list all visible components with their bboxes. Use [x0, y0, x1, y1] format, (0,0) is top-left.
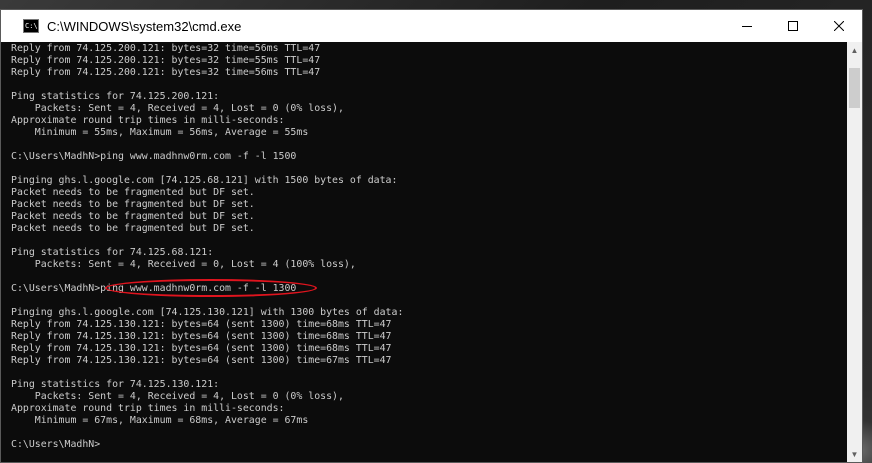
console-line: Reply from 74.125.130.121: bytes=64 (sen… [11, 343, 392, 354]
scroll-thumb[interactable] [849, 68, 860, 108]
vertical-scrollbar[interactable]: ▲ ▼ [847, 42, 862, 462]
console-line: Packets: Sent = 4, Received = 0, Lost = … [11, 259, 356, 270]
window-title: C:\WINDOWS\system32\cmd.exe [47, 18, 242, 34]
console-line: Packet needs to be fragmented but DF set… [11, 211, 255, 222]
console-line: Ping statistics for 74.125.130.121: [11, 379, 220, 390]
title-bar[interactable]: C:\ C:\WINDOWS\system32\cmd.exe [1, 10, 862, 42]
console-line: Reply from 74.125.130.121: bytes=64 (sen… [11, 355, 392, 366]
minimize-button[interactable] [724, 10, 770, 42]
console-line: Packet needs to be fragmented but DF set… [11, 187, 255, 198]
scroll-down-arrow-icon[interactable]: ▼ [847, 446, 862, 462]
console-line: Packet needs to be fragmented but DF set… [11, 223, 255, 234]
console-line: Approximate round trip times in milli-se… [11, 115, 285, 126]
maximize-button[interactable] [770, 10, 816, 42]
scroll-up-arrow-icon[interactable]: ▲ [847, 42, 862, 58]
minimize-icon [742, 26, 752, 27]
console-line: Approximate round trip times in milli-se… [11, 403, 285, 414]
console-line: Minimum = 55ms, Maximum = 56ms, Average … [11, 127, 309, 138]
console-line: Reply from 74.125.200.121: bytes=32 time… [11, 67, 321, 78]
console-line: C:\Users\MadhN>ping www.madhnw0rm.com -f… [11, 279, 403, 297]
console-line: Pinging ghs.l.google.com [74.125.130.121… [11, 307, 404, 318]
close-button[interactable] [816, 10, 862, 42]
console-line: Pinging ghs.l.google.com [74.125.68.121]… [11, 175, 398, 186]
console-lines: Reply from 74.125.200.121: bytes=32 time… [11, 43, 403, 451]
console-line: Reply from 74.125.200.121: bytes=32 time… [11, 55, 321, 66]
close-icon [834, 21, 844, 31]
cmd-icon: C:\ [23, 19, 39, 33]
console-line: Minimum = 67ms, Maximum = 68ms, Average … [11, 415, 309, 426]
console-line: Packets: Sent = 4, Received = 4, Lost = … [11, 103, 344, 114]
console-line: Reply from 74.125.200.121: bytes=32 time… [11, 43, 321, 54]
console-line: Packet needs to be fragmented but DF set… [11, 199, 255, 210]
console-line: Packets: Sent = 4, Received = 4, Lost = … [11, 391, 344, 402]
window-controls [724, 10, 862, 42]
console-line: C:\Users\MadhN> [11, 439, 101, 450]
console-line: Ping statistics for 74.125.200.121: [11, 91, 220, 102]
cmd-window: C:\ C:\WINDOWS\system32\cmd.exe Reply fr… [0, 9, 863, 463]
console-line: Reply from 74.125.130.121: bytes=64 (sen… [11, 331, 392, 342]
maximize-icon [788, 21, 798, 31]
console-line: Ping statistics for 74.125.68.121: [11, 247, 214, 258]
console-line: C:\Users\MadhN>ping www.madhnw0rm.com -f… [11, 151, 297, 162]
console-line: Reply from 74.125.130.121: bytes=64 (sen… [11, 319, 392, 330]
console-output[interactable]: Reply from 74.125.200.121: bytes=32 time… [1, 42, 847, 462]
